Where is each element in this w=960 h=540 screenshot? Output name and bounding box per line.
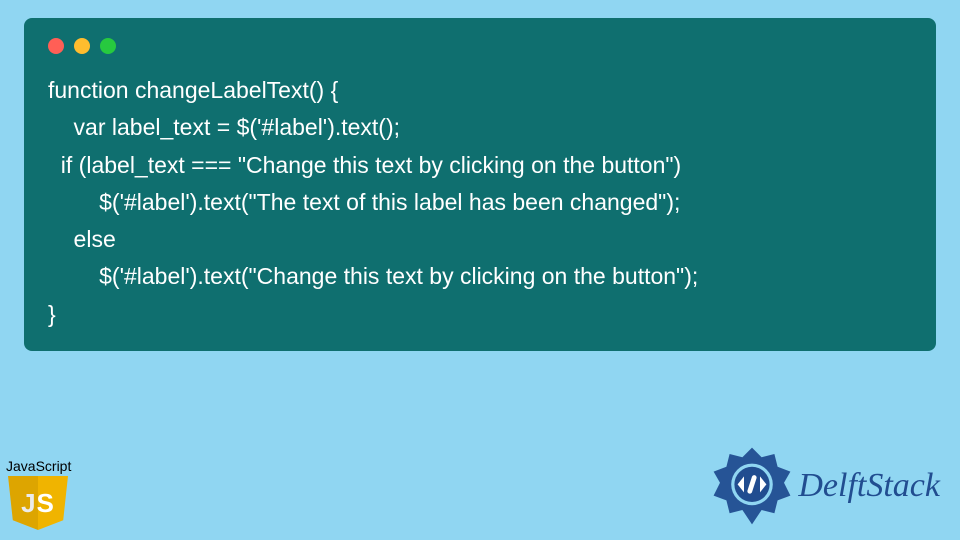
delftstack-brand-text: DelftStack [798, 467, 940, 505]
code-block: function changeLabelText() { var label_t… [42, 72, 918, 333]
javascript-shield-text: JS [21, 488, 55, 519]
close-dot-icon[interactable] [48, 38, 64, 54]
javascript-label: JavaScript [4, 458, 84, 474]
code-line: var label_text = $('#label').text(); [48, 114, 400, 140]
delftstack-logo-icon [712, 446, 792, 526]
delftstack-brand: DelftStack [712, 446, 940, 526]
code-line: else [48, 226, 116, 252]
javascript-shield-icon: JS [8, 476, 68, 530]
code-line: function changeLabelText() { [48, 77, 338, 103]
javascript-badge: JavaScript JS [4, 458, 84, 530]
maximize-dot-icon[interactable] [100, 38, 116, 54]
window-titlebar [42, 32, 918, 54]
code-line: $('#label').text("The text of this label… [48, 189, 680, 215]
minimize-dot-icon[interactable] [74, 38, 90, 54]
code-line: if (label_text === "Change this text by … [48, 152, 681, 178]
code-line: } [48, 301, 56, 327]
code-panel: function changeLabelText() { var label_t… [24, 18, 936, 351]
code-line: $('#label').text("Change this text by cl… [48, 263, 698, 289]
